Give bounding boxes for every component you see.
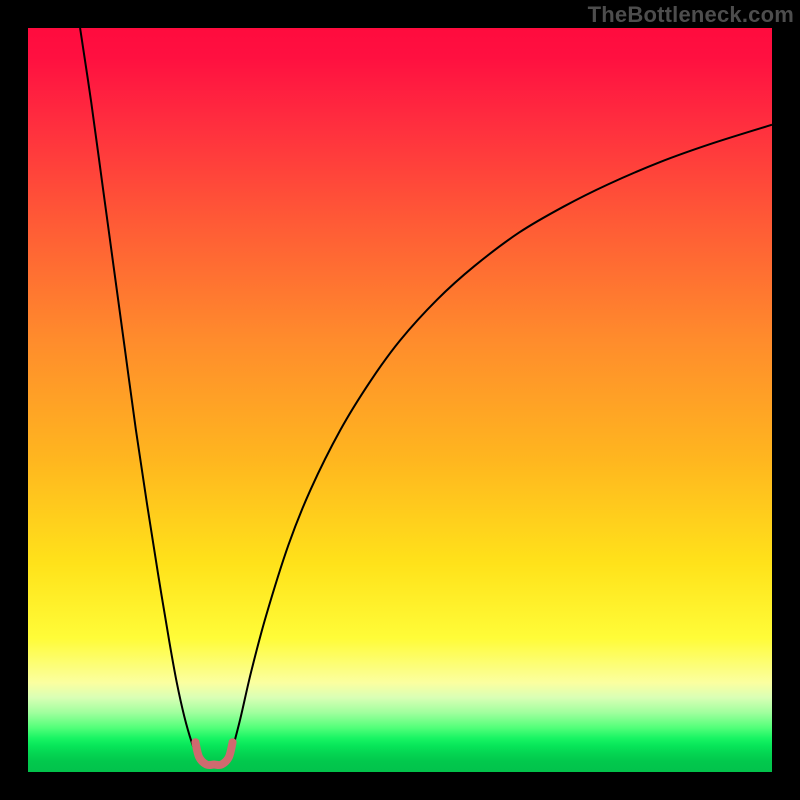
series-notch	[195, 742, 232, 765]
watermark-text: TheBottleneck.com	[588, 2, 794, 28]
series-right-branch	[230, 125, 772, 757]
chart-frame: TheBottleneck.com	[0, 0, 800, 800]
right-branch-path	[230, 125, 772, 757]
plot-area	[28, 28, 772, 772]
series-left-branch	[80, 28, 198, 757]
left-branch-path	[80, 28, 198, 757]
curve-layer	[28, 28, 772, 772]
notch-path	[195, 742, 232, 765]
